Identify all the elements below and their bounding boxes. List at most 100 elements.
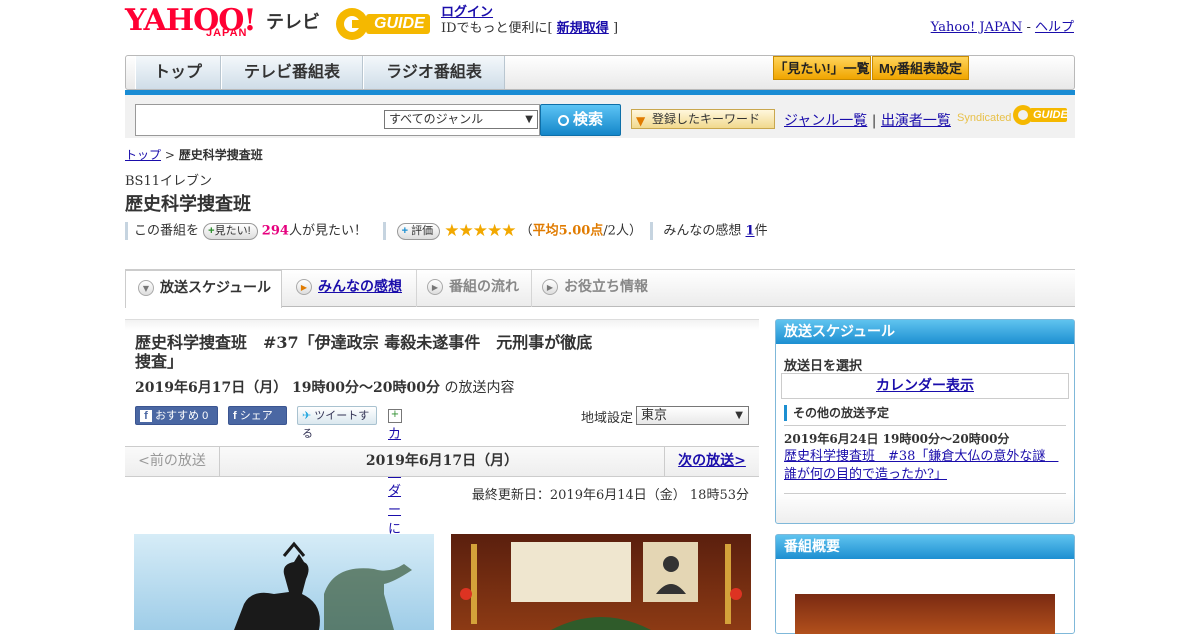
breadcrumb-current: 歴史科学捜査班 xyxy=(178,148,263,162)
performer-list-link[interactable]: 出演者一覧 xyxy=(881,113,951,129)
genre-select-value: すべてのジャンル xyxy=(389,112,484,126)
want-list-button[interactable]: 「見たい!」一覧 xyxy=(773,56,871,80)
rating-button-label: 評価 xyxy=(411,224,434,237)
gguide-logo-text: GUIDE xyxy=(374,15,425,32)
impressions-suffix: 件 xyxy=(754,223,768,239)
register-link[interactable]: 新規取得 xyxy=(557,21,609,36)
facebook-icon: f xyxy=(140,410,152,423)
login-area: ログイン IDでもっと便利に[ 新規取得 ] xyxy=(441,5,618,37)
registered-keyword-label: 登録したキーワード xyxy=(652,112,761,126)
divider xyxy=(650,222,654,240)
impressions-label: みんなの感想 xyxy=(663,223,742,239)
rating-count: /2人） xyxy=(603,223,642,239)
login-tagline: IDでもっと便利に[ xyxy=(441,21,553,36)
nav-tab-top[interactable]: トップ xyxy=(135,56,221,89)
facebook-share-label: シェア xyxy=(239,410,273,422)
channel-name: BS11イレブン xyxy=(125,174,213,189)
facebook-icon: f xyxy=(233,410,237,422)
my-schedule-button[interactable]: My番組表設定 xyxy=(872,56,969,80)
pager-current-date: 2019年6月17日（月） xyxy=(365,453,519,469)
genre-list-link[interactable]: ジャンル一覧 xyxy=(784,113,867,129)
next-broadcast-label[interactable]: 次の放送> xyxy=(678,453,746,469)
region-select-value: 東京 xyxy=(641,408,668,423)
gguide-logo[interactable]: GUIDE xyxy=(334,6,434,42)
rating-open: （ xyxy=(519,223,533,239)
tab-program-flow-label: 番組の流れ xyxy=(449,279,519,295)
facebook-recommend-button[interactable]: f おすすめ 0 xyxy=(135,406,218,425)
episode-image-historical-document xyxy=(451,534,751,630)
plus-icon: + xyxy=(401,224,409,237)
region-label: 地域設定 xyxy=(581,411,634,426)
facebook-recommend-count: 0 xyxy=(202,410,209,422)
episode-title: 歴史科学捜査班 #37「伊達政宗 毒殺未遂事件 元刑事が徹底捜査」 xyxy=(135,333,593,371)
episode-datetime-value: 2019年6月17日（月） 19時00分～20時00分 xyxy=(135,380,440,396)
summary-image xyxy=(795,594,1055,634)
divider xyxy=(784,425,1066,426)
region-select[interactable]: 東京 ▼ xyxy=(636,406,749,425)
rating-button[interactable]: + 評価 xyxy=(396,222,441,240)
other-schedule-item: 歴史科学捜査班 #38「鎌倉大仏の意外な謎 誰が何の目的で造ったか?」 xyxy=(784,448,1069,484)
nav-tab-tv-schedule[interactable]: テレビ番組表 xyxy=(221,56,363,89)
tab-impressions-label[interactable]: みんなの感想 xyxy=(318,279,402,295)
main-nav: トップ テレビ番組表 ラジオ番組表 「見たい!」一覧 My番組表設定 xyxy=(125,55,1075,90)
search-button-label: 検索 xyxy=(572,111,603,128)
nav-tab-radio-schedule[interactable]: ラジオ番組表 xyxy=(363,56,505,89)
rating-average: 平均5.00点 xyxy=(532,223,604,239)
login-link[interactable]: ログイン xyxy=(441,5,493,20)
tv-logo-text[interactable]: テレビ xyxy=(266,8,320,34)
tab-useful-info[interactable]: ▶ お役立ち情報 xyxy=(532,270,662,307)
episode-image-date-masamune-statue xyxy=(134,534,434,630)
syndicated-logo-text: GUIDE xyxy=(1033,109,1068,121)
calendar-display-button[interactable]: カレンダー表示 xyxy=(781,373,1069,399)
dropdown-arrow-icon: ▼ xyxy=(735,410,743,421)
top-right-links: Yahoo! JAPAN - ヘルプ xyxy=(931,16,1074,35)
want-prefix: この番組を xyxy=(134,223,200,239)
chevron-down-icon: ▼ xyxy=(138,280,154,296)
tweet-button[interactable]: ✈ ツイートする xyxy=(297,406,377,440)
content-tabs: ▼ 放送スケジュール ▶ みんなの感想 ▶ 番組の流れ ▶ お役立ち情報 xyxy=(125,269,1075,308)
want-button[interactable]: +見たい! xyxy=(203,222,258,240)
program-stats-row: この番組を +見たい! 294人が見たい！ + 評価 ★★★★★ （平均5.00… xyxy=(125,221,768,241)
episode-datetime: 2019年6月17日（月） 19時00分～20時00分 の放送内容 xyxy=(135,377,514,397)
prev-broadcast-link[interactable]: <前の放送 xyxy=(125,446,220,477)
chevron-right-icon: ▶ xyxy=(296,279,312,295)
tab-useful-info-label: お役立ち情報 xyxy=(564,279,648,295)
tab-schedule[interactable]: ▼ 放送スケジュール xyxy=(125,270,282,308)
page-title: 歴史科学捜査班 xyxy=(125,194,251,215)
breadcrumb-separator: > xyxy=(164,148,175,162)
yahoo-japan-link[interactable]: Yahoo! JAPAN xyxy=(931,20,1023,35)
want-count: 294 xyxy=(261,223,289,239)
breadcrumb: トップ > 歴史科学捜査班 xyxy=(125,146,263,163)
divider xyxy=(784,493,1066,494)
register-suffix: ] xyxy=(612,21,619,36)
other-schedule-heading: その他の放送予定 xyxy=(784,405,889,421)
tab-schedule-label: 放送スケジュール xyxy=(160,280,272,296)
want-suffix: 人が見たい！ xyxy=(288,223,367,239)
tab-program-flow[interactable]: ▶ 番組の流れ xyxy=(417,270,532,307)
genre-select[interactable]: すべてのジャンル ▼ xyxy=(384,110,538,129)
rating-stars-icon: ★★★★★ xyxy=(444,221,516,241)
other-schedule-link[interactable]: 歴史科学捜査班 #38「鎌倉大仏の意外な謎 誰が何の目的で造ったか?」 xyxy=(784,449,1058,482)
divider xyxy=(125,222,128,240)
impressions-count-link[interactable]: 1 xyxy=(746,224,755,239)
tab-impressions[interactable]: ▶ みんなの感想 xyxy=(282,270,417,307)
want-button-label: 見たい! xyxy=(214,224,251,237)
twitter-bird-icon: ✈ xyxy=(302,410,312,422)
sidebar-schedule-title: 放送スケジュール xyxy=(776,320,1074,344)
next-broadcast-link[interactable]: 次の放送> xyxy=(664,446,759,477)
yahoo-japan-logo-text: JAPAN xyxy=(206,27,248,39)
search-icon xyxy=(557,114,569,126)
chevron-right-icon: ▶ xyxy=(542,279,558,295)
search-button[interactable]: 検索 xyxy=(540,104,621,136)
breadcrumb-top-link[interactable]: トップ xyxy=(125,148,161,162)
calendar-plus-icon: + xyxy=(388,408,402,423)
chevron-right-icon: ▶ xyxy=(427,279,443,295)
search-links: ジャンル一覧 | 出演者一覧 xyxy=(784,110,951,130)
header-link-separator: - xyxy=(1026,20,1031,35)
last-updated: 最終更新日：2019年6月14日（金） 18時53分 xyxy=(471,488,749,503)
facebook-share-button[interactable]: f シェア xyxy=(228,406,287,425)
syndicated-text: Syndicated xyxy=(957,112,1012,124)
help-link[interactable]: ヘルプ xyxy=(1035,20,1074,35)
calendar-display-link[interactable]: カレンダー表示 xyxy=(876,378,974,394)
registered-keyword-button[interactable]: ▼ 登録したキーワード xyxy=(631,109,775,129)
